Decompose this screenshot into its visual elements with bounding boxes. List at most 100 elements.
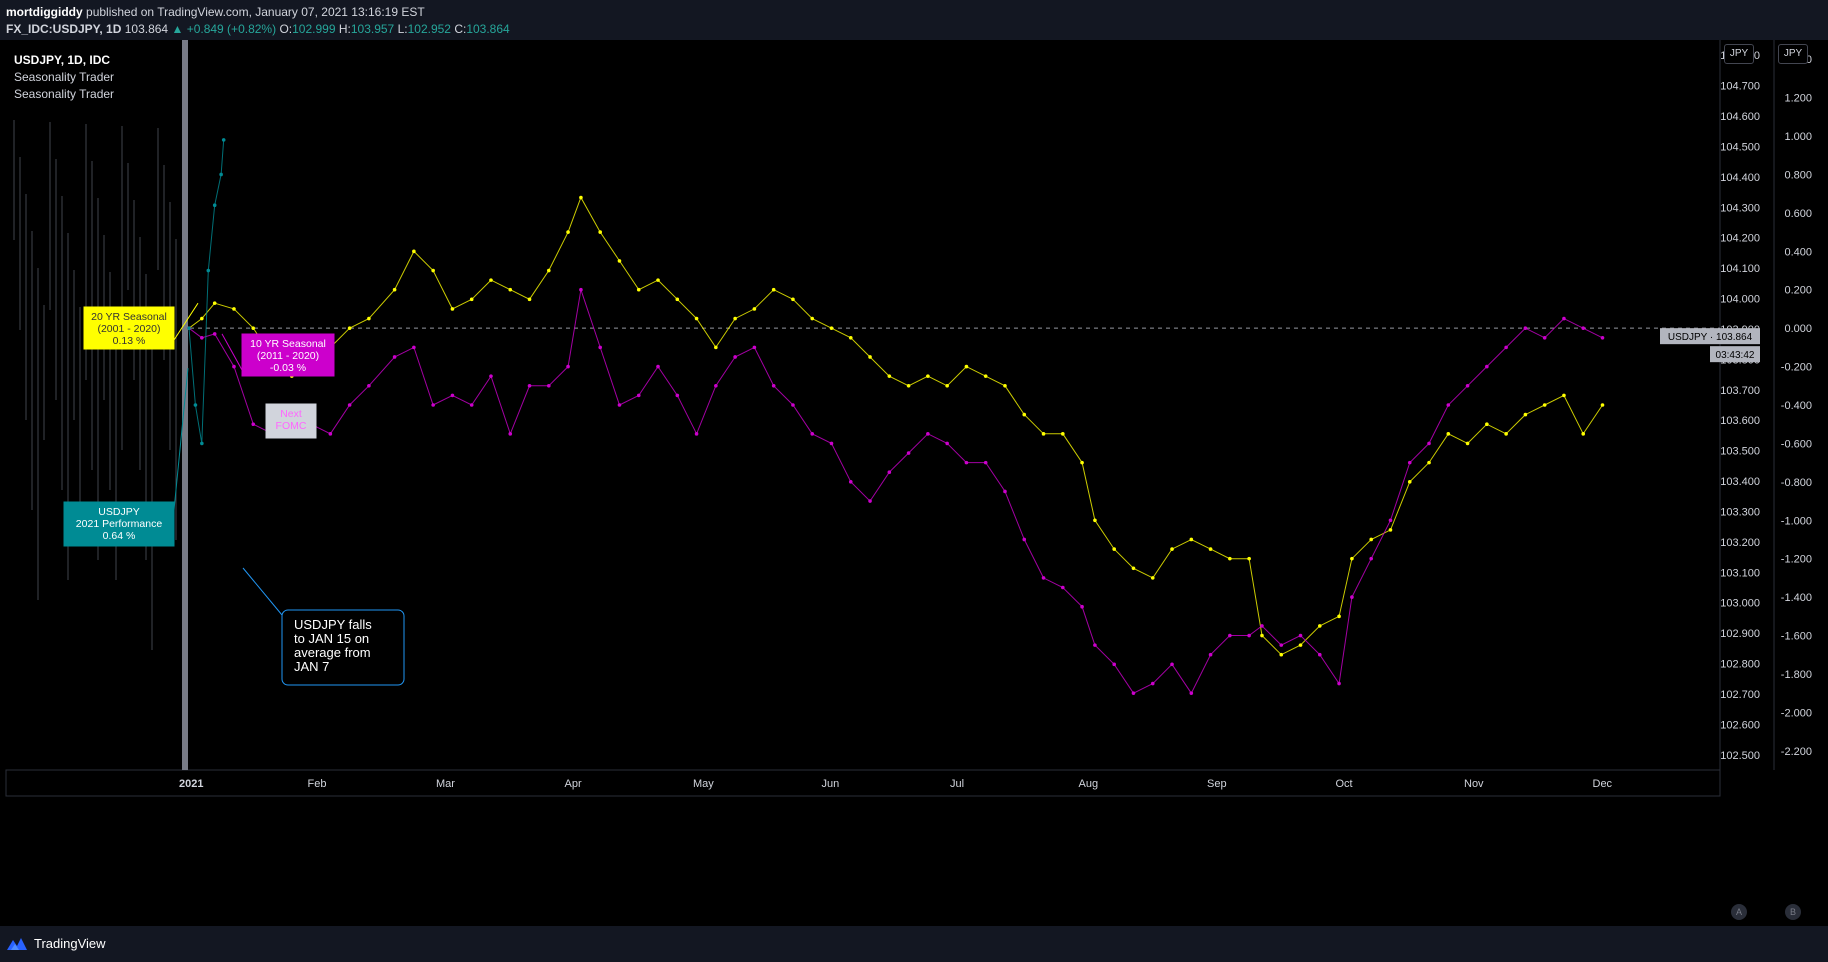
series-point: [1298, 633, 1303, 638]
series-point: [1427, 441, 1431, 446]
series-line[interactable]: [188, 196, 1603, 656]
series-point: [714, 345, 718, 350]
series-point: [1504, 432, 1508, 436]
legend-indicator-1[interactable]: Seasonality Trader: [14, 69, 114, 86]
series-point: [450, 307, 455, 311]
series-point: [1562, 316, 1566, 321]
series-point: [579, 287, 583, 292]
left-scale-tick: 103.100: [1720, 567, 1760, 579]
series-point: [489, 374, 493, 378]
series-point: [1112, 662, 1116, 667]
high-value: 103.957: [350, 22, 395, 36]
seasonal20-label-text: (2001 - 2020): [97, 323, 160, 335]
series-point: [1581, 326, 1586, 330]
seasonal10-label-text: (2011 - 2020): [257, 350, 319, 362]
scale-b-button[interactable]: B: [1785, 904, 1801, 920]
series-point: [810, 316, 815, 321]
series-point: [1260, 633, 1264, 638]
right-scale-unit-button[interactable]: JPY: [1778, 44, 1808, 64]
series-point: [752, 345, 757, 350]
series-point: [1093, 518, 1097, 523]
series-point: [906, 383, 911, 388]
series-point: [187, 326, 191, 330]
series-point: [1318, 624, 1322, 628]
series-point: [1093, 643, 1097, 647]
tradingview-brand[interactable]: TradingView: [34, 936, 106, 951]
right-scale-tick: 0.000: [1784, 323, 1812, 335]
series-point: [1350, 595, 1354, 599]
series-point: [1003, 489, 1007, 494]
right-scale-tick: -0.400: [1781, 400, 1812, 412]
right-scale-tick: -0.800: [1781, 477, 1812, 489]
left-scale-tick: 102.500: [1720, 750, 1760, 762]
series-point: [694, 432, 699, 436]
series-point: [1600, 335, 1605, 340]
time-axis-label: May: [693, 778, 714, 790]
series-point: [887, 374, 892, 378]
left-scale-tick: 103.400: [1720, 476, 1760, 488]
series-point: [328, 432, 333, 436]
seasonal20-label-text: 20 YR Seasonal: [91, 311, 167, 323]
seasonal10-label-text: -0.03 %: [270, 362, 306, 374]
left-scale-tick: 104.000: [1720, 294, 1760, 306]
legend-title[interactable]: USDJPY, 1D, IDC: [14, 53, 110, 67]
series-point: [694, 316, 699, 321]
series-point: [547, 383, 551, 388]
series-point: [810, 432, 815, 436]
series-point: [251, 326, 256, 330]
tradingview-logo-icon[interactable]: [5, 934, 31, 954]
chart-svg[interactable]: 104.800104.700104.600104.500104.400104.3…: [0, 40, 1828, 926]
series-line[interactable]: [188, 139, 225, 444]
series-point: [1260, 624, 1264, 628]
series-point: [1150, 681, 1155, 686]
series-point: [1279, 652, 1284, 657]
series-point: [367, 316, 371, 321]
series-point: [1542, 335, 1547, 340]
year-separator: [182, 40, 188, 770]
series-point: [431, 403, 435, 407]
series-point: [1041, 576, 1046, 580]
series-point: [868, 355, 872, 359]
series-point: [1080, 460, 1084, 465]
series-point: [1022, 412, 1027, 417]
right-scale-tick: -0.600: [1781, 438, 1812, 450]
series-point: [367, 383, 371, 388]
symbol-label[interactable]: FX_IDC:USDJPY, 1D: [6, 22, 121, 36]
series-point: [412, 249, 416, 254]
right-scale-tick: -1.400: [1781, 592, 1812, 604]
seasonal20-label-text: 0.13 %: [113, 335, 146, 347]
series-point: [392, 287, 397, 292]
series-point: [1080, 604, 1084, 609]
series-point: [791, 297, 795, 302]
series-point: [771, 383, 776, 388]
series-point: [675, 393, 680, 398]
legend-indicator-2[interactable]: Seasonality Trader: [14, 86, 114, 103]
series-point: [598, 345, 602, 350]
series-point: [200, 316, 204, 321]
left-scale-tick: 103.200: [1720, 537, 1760, 549]
time-axis-label: Mar: [436, 778, 455, 790]
left-scale-tick: 104.700: [1720, 81, 1760, 93]
series-point: [1131, 691, 1136, 695]
left-scale-tick: 104.500: [1720, 141, 1760, 153]
current-price-label: USDJPY · 103.864: [1668, 332, 1753, 343]
time-axis-label: Aug: [1079, 778, 1099, 790]
series-point: [1446, 432, 1451, 436]
low-label: L:: [397, 22, 408, 36]
chart-area[interactable]: 104.800104.700104.600104.500104.400104.3…: [0, 40, 1828, 926]
series-point: [848, 335, 853, 340]
left-scale-unit-button[interactable]: JPY: [1724, 44, 1754, 64]
note-text: to JAN 15 on: [294, 631, 369, 646]
auto-scale-button[interactable]: A: [1731, 904, 1747, 920]
left-scale-tick: 104.600: [1720, 111, 1760, 123]
series-point: [1003, 383, 1007, 388]
author-name[interactable]: mortdiggiddy: [6, 5, 83, 19]
right-scale-tick: -1.600: [1781, 631, 1812, 643]
series-point: [1279, 643, 1284, 647]
series-point: [791, 403, 795, 407]
series-point: [212, 332, 217, 336]
left-scale-tick: 103.000: [1720, 598, 1760, 610]
series-point: [1350, 556, 1354, 561]
footer-bar: TradingView: [0, 926, 1828, 962]
time-axis-panel[interactable]: [5, 769, 1721, 797]
